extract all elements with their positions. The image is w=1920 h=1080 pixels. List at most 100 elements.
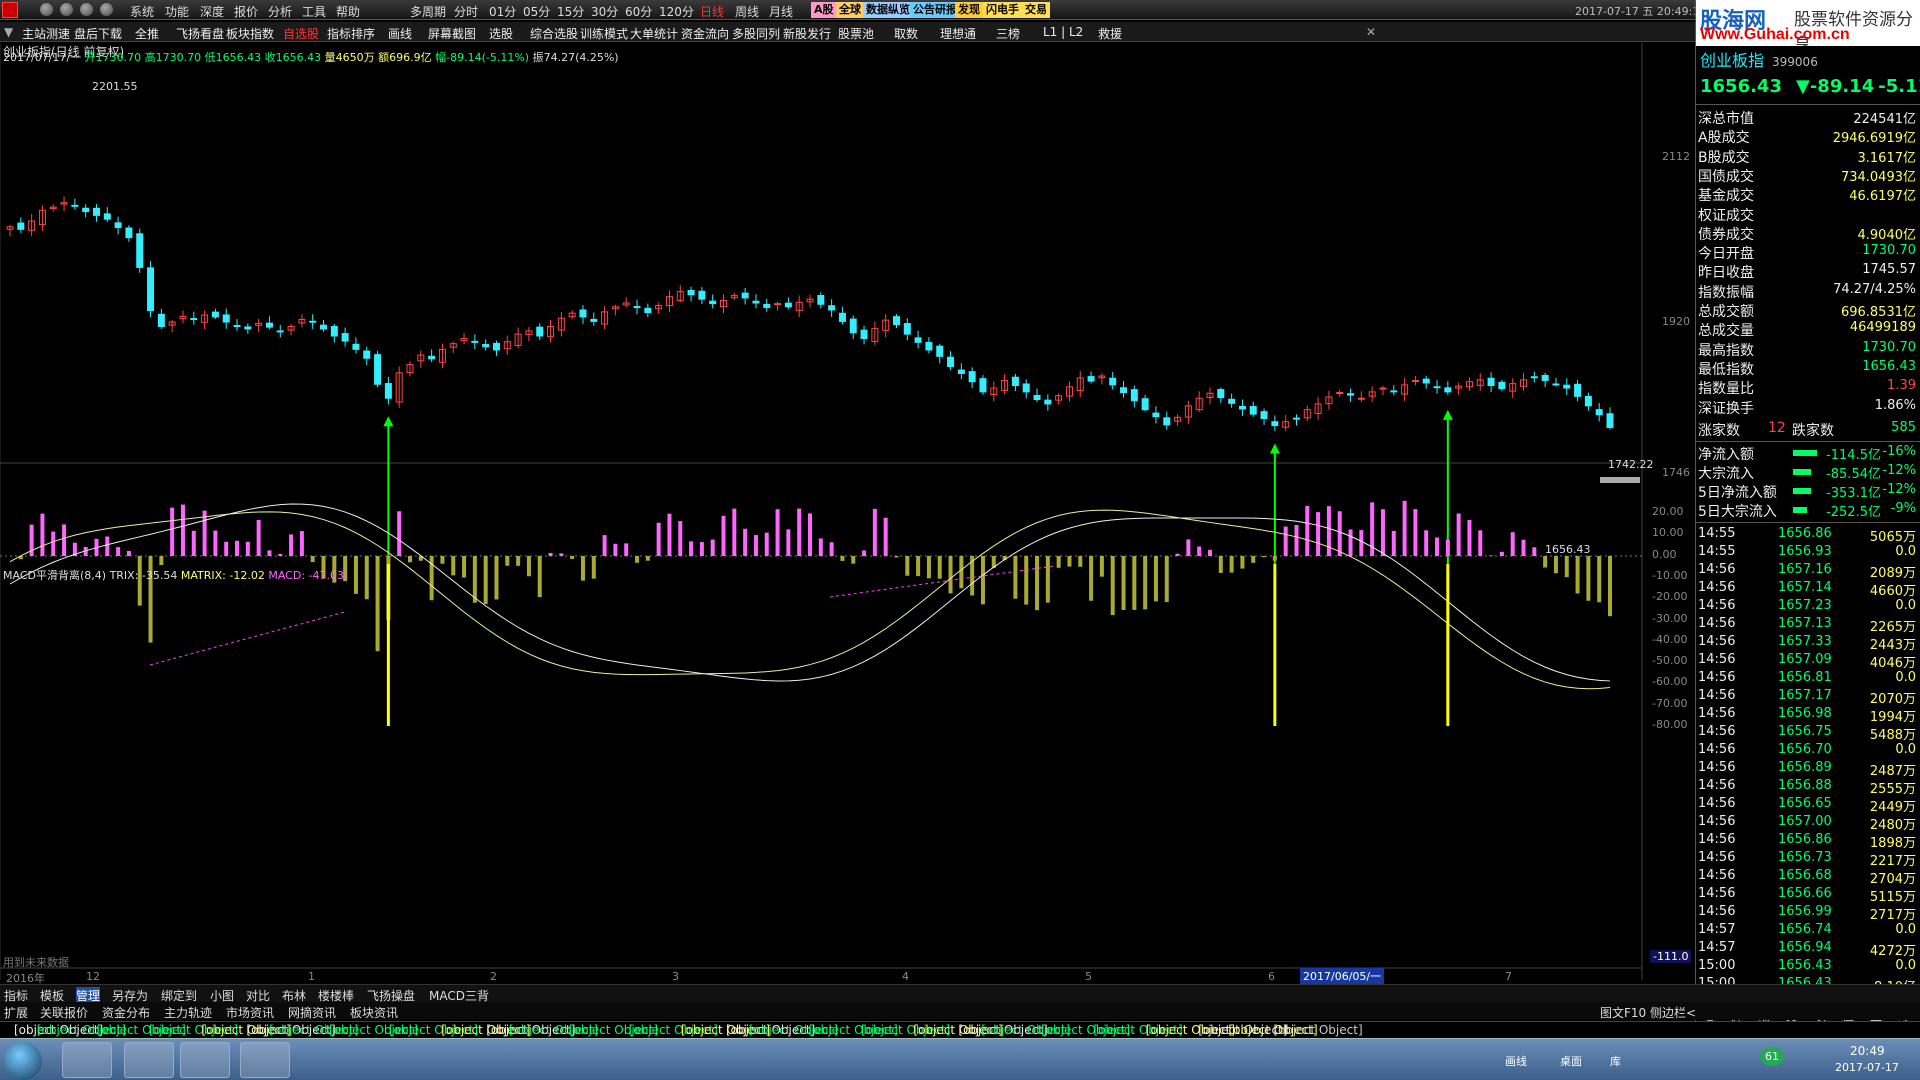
menu-item-tools[interactable]: 工具	[302, 3, 326, 20]
badge-global[interactable]: 全球	[836, 2, 864, 18]
tick-row[interactable]: 14:57 1656.74 0.0	[1696, 922, 1920, 940]
tick-row[interactable]: 14:56 1656.89 2487万	[1696, 760, 1920, 779]
tick-row[interactable]: 14:56 1657.33 2443万	[1696, 634, 1920, 653]
toolbar-draw[interactable]: 画线	[388, 25, 412, 42]
toolbar-dropdown-icon[interactable]: ▼	[4, 25, 13, 39]
toolbar-lixiang[interactable]: 理想通	[940, 25, 976, 42]
taskbar-label-desktop[interactable]: 桌面	[1560, 1053, 1582, 1069]
badge-a-shares[interactable]: A股	[811, 2, 837, 18]
taskbar-label-library[interactable]: 库	[1610, 1053, 1621, 1069]
media-app-icon[interactable]	[180, 1042, 230, 1078]
tick-row[interactable]: 14:56 1657.16 2089万	[1696, 562, 1920, 581]
tick-row[interactable]: 14:56 1657.00 2480万	[1696, 814, 1920, 833]
period-60min[interactable]: 60分	[625, 3, 652, 20]
period-daily[interactable]: 日线	[700, 3, 724, 20]
toolbar-sector-index[interactable]: 板块指数	[226, 25, 274, 42]
tick-row[interactable]: 14:56 1656.98 1994万	[1696, 706, 1920, 725]
badge-research[interactable]: 公告研报	[910, 2, 960, 18]
toolbar-capital-flow[interactable]: 资金流向	[681, 25, 729, 42]
toolbar-push[interactable]: 全推	[135, 25, 159, 42]
info-tab[interactable]: 网摘资讯	[288, 1004, 336, 1021]
badge-discover[interactable]: 发现	[955, 2, 983, 18]
tray-badge[interactable]: 61	[1760, 1047, 1784, 1066]
candle-body	[860, 329, 868, 340]
window-dot-icon[interactable]	[40, 3, 53, 16]
period-15min[interactable]: 15分	[557, 3, 584, 20]
toolbar-combo-select[interactable]: 综合选股	[530, 25, 578, 42]
info-tab-f10[interactable]: 图文F10	[1600, 1004, 1646, 1021]
tick-row[interactable]: 14:56 1656.75 5488万	[1696, 724, 1920, 743]
menu-item-quote[interactable]: 报价	[234, 3, 258, 20]
info-tab[interactable]: 主力轨迹	[164, 1004, 212, 1021]
tick-row[interactable]: 14:57 1656.94 4272万	[1696, 940, 1920, 959]
toolbar-screenshot[interactable]: 屏幕截图	[428, 25, 476, 42]
tick-row[interactable]: 14:56 1657.09 4046万	[1696, 652, 1920, 671]
badge-data-overview[interactable]: 数据纵览	[863, 2, 913, 18]
tick-row[interactable]: 14:56 1657.14 4660万	[1696, 580, 1920, 599]
badge-lightning[interactable]: 闪电手	[983, 2, 1022, 18]
toolbar-download[interactable]: 盘后下载	[74, 25, 122, 42]
window-dot-icon[interactable]	[100, 3, 113, 16]
start-button-icon[interactable]	[4, 1042, 42, 1080]
toolbar-multi-stock[interactable]: 多股同列	[732, 25, 780, 42]
period-monthly[interactable]: 月线	[769, 3, 793, 20]
toolbar-l1-l2[interactable]: L1 | L2	[1043, 25, 1083, 39]
tick-row[interactable]: 14:56 1656.70 0.0	[1696, 742, 1920, 760]
toolbar-indicator-sort[interactable]: 指标排序	[327, 25, 375, 42]
info-tab[interactable]: 关联报价	[40, 1004, 88, 1021]
tick-row[interactable]: 14:55 1656.86 5065万	[1696, 526, 1920, 545]
tick-row[interactable]: 14:56 1656.73 2217万	[1696, 850, 1920, 869]
menu-item-depth[interactable]: 深度	[200, 3, 224, 20]
toolbar-close-icon[interactable]: ✕	[1366, 25, 1376, 39]
toolbar-stock-pool[interactable]: 股票池	[838, 25, 874, 42]
menu-item-system[interactable]: 系统	[130, 3, 154, 20]
toolbar-rescue[interactable]: 救援	[1098, 25, 1122, 42]
period-intraday[interactable]: 分时	[454, 3, 478, 20]
toolbar-feiyang[interactable]: 飞扬看盘	[176, 25, 224, 42]
paint-app-icon[interactable]	[240, 1042, 290, 1078]
period-multi[interactable]: 多周期	[410, 3, 446, 20]
tick-row[interactable]: 15:00 1656.43 0.0	[1696, 958, 1920, 976]
taskbar-label-draw[interactable]: 画线	[1505, 1053, 1527, 1069]
toolbar-three-lists[interactable]: 三榜	[996, 25, 1020, 42]
menu-item-function[interactable]: 功能	[165, 3, 189, 20]
toolbar-stock-select[interactable]: 选股	[489, 25, 513, 42]
tick-row[interactable]: 14:56 1656.99 2717万	[1696, 904, 1920, 923]
toolbar-fetch[interactable]: 取数	[894, 25, 918, 42]
toolbar-big-orders[interactable]: 大单统计	[630, 25, 678, 42]
info-tab[interactable]: 板块资讯	[350, 1004, 398, 1021]
tick-row[interactable]: 14:55 1656.93 0.0	[1696, 544, 1920, 562]
sidebar-toggle[interactable]: 侧边栏<	[1650, 1004, 1696, 1021]
browser-app-icon[interactable]	[62, 1042, 112, 1078]
period-120min[interactable]: 120分	[659, 3, 694, 20]
tick-row[interactable]: 14:56 1656.68 2704万	[1696, 868, 1920, 887]
kline-chart-area[interactable]: 创业板指(日线 前复权) 2017/07/17/一 开1730.70 高1730…	[0, 43, 1692, 985]
period-5min[interactable]: 05分	[523, 3, 550, 20]
tick-row[interactable]: 14:56 1656.88 2555万	[1696, 778, 1920, 797]
tick-row[interactable]: 14:56 1657.13 2265万	[1696, 616, 1920, 635]
tick-row[interactable]: 14:56 1657.23 0.0	[1696, 598, 1920, 616]
info-tab[interactable]: 扩展	[4, 1004, 28, 1021]
toolbar-speedtest[interactable]: 主站测速	[22, 25, 70, 42]
tick-row[interactable]: 14:56 1656.86 1898万	[1696, 832, 1920, 851]
period-30min[interactable]: 30分	[591, 3, 618, 20]
menu-item-analysis[interactable]: 分析	[268, 3, 292, 20]
toolbar-training[interactable]: 训练模式	[580, 25, 628, 42]
last-price-marker	[1600, 477, 1640, 483]
tick-row[interactable]: 14:56 1656.66 5115万	[1696, 886, 1920, 905]
window-dot-icon[interactable]	[60, 3, 73, 16]
stock-app-icon[interactable]	[124, 1042, 174, 1078]
info-tab[interactable]: 市场资讯	[226, 1004, 274, 1021]
badge-trade[interactable]: 交易	[1022, 2, 1050, 18]
stat-label: 债券成交	[1698, 226, 1754, 243]
window-dot-icon[interactable]	[80, 3, 93, 16]
toolbar-ipo[interactable]: 新股发行	[783, 25, 831, 42]
info-tab[interactable]: 资金分布	[102, 1004, 150, 1021]
period-weekly[interactable]: 周线	[735, 3, 759, 20]
tick-row[interactable]: 14:56 1657.17 2070万	[1696, 688, 1920, 707]
tick-row[interactable]: 14:56 1656.65 2449万	[1696, 796, 1920, 815]
period-1min[interactable]: 01分	[489, 3, 516, 20]
menu-item-help[interactable]: 帮助	[336, 3, 360, 20]
tick-row[interactable]: 14:56 1656.81 0.0	[1696, 670, 1920, 688]
toolbar-watchlist[interactable]: 自选股	[283, 25, 319, 42]
